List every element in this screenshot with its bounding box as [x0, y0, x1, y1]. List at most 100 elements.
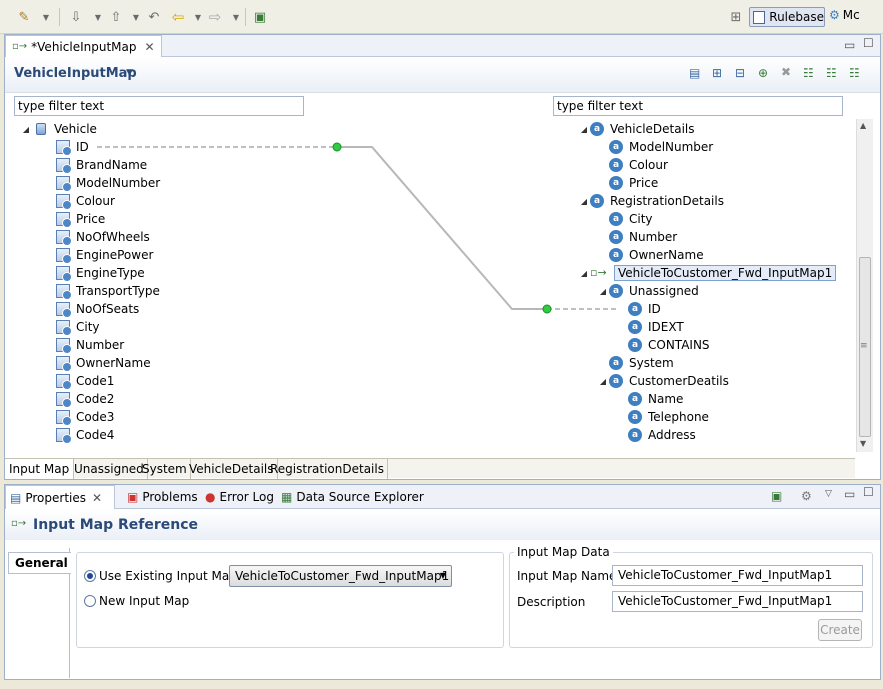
tree-node-field[interactable]: Code1 [56, 372, 114, 390]
tree-node-obj[interactable]: a System [597, 354, 674, 372]
tree-node-attr[interactable]: a CONTAINS [616, 336, 710, 354]
tree-node-map[interactable]: ◢ ▫→ VehicleToCustomer_Fwd_InputMap1 [578, 264, 837, 282]
report-icon[interactable]: ▤ [689, 66, 700, 80]
tree-node-attr[interactable]: a Name [616, 390, 683, 408]
expand-triangle-icon[interactable]: ◢ [20, 125, 32, 134]
layout-tree-icon[interactable]: ☷ [803, 66, 814, 80]
expand-triangle-icon[interactable]: ◢ [578, 197, 590, 206]
input-map-name-field[interactable]: VehicleToCustomer_Fwd_InputMap1 [612, 565, 863, 586]
left-filter-input[interactable]: type filter text [14, 96, 304, 116]
tree-node-attr[interactable]: a City [597, 210, 653, 228]
tree-node-field[interactable]: Colour [56, 192, 115, 210]
expand-all-icon[interactable]: ⊞ [712, 66, 722, 80]
chevron-down-icon[interactable]: ▼ [190, 9, 206, 25]
tree-node-attr[interactable]: a ModelNumber [597, 138, 713, 156]
tab-data-source-explorer[interactable]: ▦ Data Source Explorer [277, 485, 428, 509]
tree-node-attr[interactable]: a IDEXT [616, 318, 684, 336]
pin-icon[interactable]: ▣ [771, 489, 782, 503]
tree-node-attr[interactable]: a Price [597, 174, 658, 192]
tree-node-field[interactable]: Code2 [56, 390, 114, 408]
tree-node-attr[interactable]: a Address [616, 426, 696, 444]
tree-node-attr[interactable]: a ID [616, 300, 661, 318]
existing-input-map-select[interactable]: VehicleToCustomer_Fwd_InputMap1 ▼ [229, 565, 452, 587]
tree-node-vehicle[interactable]: ◢ Vehicle [20, 120, 97, 138]
tree-node-attr[interactable]: a Colour [597, 156, 668, 174]
minimize-icon[interactable]: ▭ [844, 487, 855, 501]
tree-node-obj[interactable]: ◢ a VehicleDetails [578, 120, 695, 138]
right-filter-input[interactable]: type filter text [553, 96, 843, 116]
forward-arrow-icon[interactable]: ⇨ [207, 8, 223, 26]
delete-icon[interactable]: ✖ [781, 65, 791, 79]
tree-node-attr[interactable]: a OwnerName [597, 246, 704, 264]
tree-node-field[interactable]: Price [56, 210, 105, 228]
perspective-rulebase-button[interactable]: Rulebase [749, 7, 825, 27]
close-icon[interactable]: ✕ [144, 40, 154, 54]
add-mapping-icon[interactable]: ⊕ [758, 66, 768, 80]
tab-system[interactable]: System [139, 459, 191, 479]
tree-node-label: CustomerDeatils [629, 374, 729, 388]
tab-error-log[interactable]: ● Error Log [201, 485, 278, 509]
tab-registration-details[interactable]: RegistrationDetails [267, 459, 388, 479]
use-existing-radio[interactable] [84, 570, 96, 582]
tab-properties[interactable]: ▤ Properties ✕ [5, 485, 115, 509]
maximize-icon[interactable]: ☐ [863, 485, 874, 499]
tree-node-field[interactable]: ID [56, 138, 89, 156]
close-icon[interactable]: ✕ [92, 491, 102, 505]
wand-icon[interactable]: ✎ [16, 9, 32, 25]
tree-node-obj[interactable]: ◢ a CustomerDeatils [597, 372, 729, 390]
tab-problems[interactable]: ▣ Problems [123, 485, 202, 509]
chevron-down-icon[interactable]: ▼ [228, 9, 244, 25]
attribute-icon: a [628, 428, 642, 442]
tree-node-field[interactable]: OwnerName [56, 354, 151, 372]
chevron-down-icon[interactable]: ▽ [825, 489, 832, 499]
pin-editor-icon[interactable]: ▣ [252, 9, 268, 25]
tab-unassigned[interactable]: Unassigned [71, 459, 148, 479]
tree-node-field[interactable]: Code3 [56, 408, 114, 426]
tree-node-field[interactable]: Code4 [56, 426, 114, 444]
back-arrow-icon[interactable]: ⇦ [170, 8, 186, 26]
side-tab-label: General [15, 556, 68, 570]
tree-node-field[interactable]: ModelNumber [56, 174, 160, 192]
scroll-up-icon[interactable]: ▲ [860, 121, 866, 130]
tree-node-field[interactable]: EnginePower [56, 246, 153, 264]
tree-node-obj[interactable]: ◢ a RegistrationDetails [578, 192, 724, 210]
tree-node-field[interactable]: NoOfSeats [56, 300, 139, 318]
maximize-icon[interactable]: ☐ [863, 36, 874, 50]
scroll-down-icon[interactable]: ▼ [860, 439, 866, 448]
view-menu-icon[interactable]: ⚙ [801, 489, 812, 503]
create-button[interactable]: Create [818, 619, 862, 641]
description-field[interactable]: VehicleToCustomer_Fwd_InputMap1 [612, 591, 863, 612]
tab-vehicle-details[interactable]: VehicleDetails [186, 459, 278, 479]
perspective-other-button[interactable]: ⚙ Mc [829, 8, 860, 22]
tree-node-obj[interactable]: ◢ a Unassigned [597, 282, 699, 300]
back-history-icon[interactable]: ⇩ [68, 9, 84, 25]
collapse-all-icon[interactable]: ⊟ [735, 66, 745, 80]
expand-triangle-icon[interactable]: ◢ [597, 377, 609, 386]
side-tab-general[interactable]: General [8, 552, 71, 574]
expand-triangle-icon[interactable]: ◢ [578, 125, 590, 134]
tab-vehicle-input-map[interactable]: ▫→ *VehicleInputMap ✕ [5, 35, 162, 57]
chevron-down-icon[interactable]: ▼ [90, 9, 106, 25]
tree-node-attr[interactable]: a Telephone [616, 408, 709, 426]
chevron-down-icon[interactable]: ▼ [128, 9, 144, 25]
minimize-icon[interactable]: ▭ [844, 38, 855, 52]
tree-node-field[interactable]: Number [56, 336, 124, 354]
expand-triangle-icon[interactable]: ◢ [597, 287, 609, 296]
new-input-map-radio[interactable] [84, 595, 96, 607]
tree-node-field[interactable]: City [56, 318, 100, 336]
layout-list-icon[interactable]: ☷ [849, 66, 860, 80]
tree-node-field[interactable]: TransportType [56, 282, 160, 300]
tree-node-field[interactable]: BrandName [56, 156, 147, 174]
tree-node-field[interactable]: NoOfWheels [56, 228, 150, 246]
tab-input-map[interactable]: Input Map [5, 459, 75, 479]
forward-history-icon[interactable]: ⇧ [108, 9, 124, 25]
layout-grid-icon[interactable]: ☷ [826, 66, 837, 80]
vertical-scrollbar[interactable]: ▲ ≡ ▼ [856, 119, 873, 452]
open-perspective-icon[interactable]: ⊞ [728, 9, 744, 25]
tree-node-attr[interactable]: a Number [597, 228, 677, 246]
chevron-down-icon[interactable]: ▼ [126, 68, 133, 78]
last-edit-icon[interactable]: ↶ [146, 9, 162, 25]
chevron-down-icon[interactable]: ▼ [38, 9, 54, 25]
expand-triangle-icon[interactable]: ◢ [578, 269, 590, 278]
tree-node-field[interactable]: EngineType [56, 264, 145, 282]
